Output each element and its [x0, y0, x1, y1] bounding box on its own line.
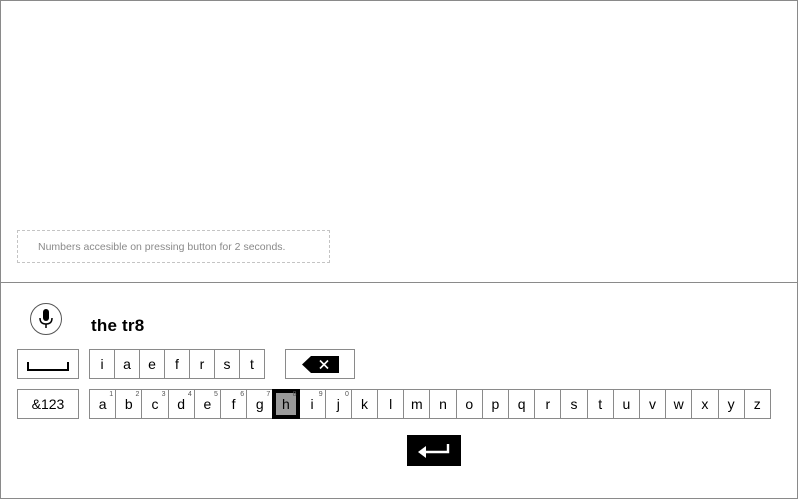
letter-key-label: h — [282, 396, 290, 412]
letter-key-label: p — [491, 396, 500, 412]
letter-key-v[interactable]: v — [638, 389, 667, 419]
suggestion-key[interactable]: r — [189, 349, 215, 379]
letter-key-label: s — [570, 396, 578, 412]
letter-row: a1b2c3d4e5f6g7h8i9j0klmnopqrstuvwxyz — [89, 389, 771, 419]
letter-key-t[interactable]: t — [586, 389, 614, 419]
suggestion-key[interactable]: a — [114, 349, 140, 379]
letter-key-label: w — [673, 396, 684, 412]
suggestion-key[interactable]: i — [89, 349, 115, 379]
letter-key-number: 8 — [292, 391, 297, 398]
suggestion-key[interactable]: f — [164, 349, 190, 379]
letter-key-label: l — [389, 396, 393, 412]
letter-key-m[interactable]: m — [403, 389, 431, 419]
letter-key-label: d — [177, 396, 186, 412]
suggestion-row: iaefrst — [89, 349, 265, 379]
letter-key-p[interactable]: p — [481, 389, 509, 419]
letter-key-label: a — [98, 396, 107, 412]
letter-key-label: b — [124, 396, 133, 412]
space-key[interactable] — [17, 349, 79, 379]
letter-key-label: f — [231, 396, 236, 412]
letter-key-number: 1 — [109, 391, 114, 398]
letter-key-number: 9 — [318, 391, 323, 398]
letter-key-z[interactable]: z — [743, 389, 771, 419]
letter-key-label: y — [727, 396, 735, 412]
typed-text: the tr8 — [91, 316, 145, 335]
letter-key-label: v — [649, 396, 657, 412]
letter-key-number: 5 — [214, 391, 218, 398]
letter-key-j[interactable]: j0 — [324, 389, 352, 419]
letter-key-label: g — [255, 396, 264, 412]
keyboard-divider — [0, 282, 798, 283]
letter-key-g[interactable]: g7 — [246, 389, 274, 419]
letter-key-i[interactable]: i9 — [298, 389, 326, 419]
letter-key-w[interactable]: w — [665, 389, 693, 419]
letter-key-y[interactable]: y — [717, 389, 745, 419]
suggestion-key[interactable]: t — [239, 349, 265, 379]
letter-key-label: t — [598, 396, 603, 412]
letter-key-q[interactable]: q — [508, 389, 536, 419]
letter-key-label: n — [439, 396, 447, 412]
letter-key-b[interactable]: b2 — [115, 389, 143, 419]
letter-key-label: z — [753, 396, 761, 412]
letter-key-r[interactable]: r — [534, 389, 562, 419]
letter-key-label: x — [701, 396, 709, 412]
letter-key-c[interactable]: c3 — [141, 389, 169, 419]
letter-key-label: c — [151, 396, 159, 412]
backspace-icon — [301, 355, 339, 373]
letter-key-u[interactable]: u — [612, 389, 640, 419]
letter-key-f[interactable]: f6 — [219, 389, 248, 419]
letter-key-o[interactable]: o — [455, 389, 483, 419]
letter-key-label: q — [517, 396, 526, 412]
enter-key[interactable] — [407, 435, 461, 466]
letter-key-label: i — [310, 396, 314, 412]
letter-key-label: u — [622, 396, 631, 412]
letter-key-number: 4 — [187, 391, 192, 398]
letter-key-number: 7 — [266, 391, 271, 398]
enter-icon — [418, 443, 450, 458]
letter-key-number: 2 — [135, 391, 140, 398]
letter-key-label: e — [203, 396, 212, 412]
suggestion-key[interactable]: e — [139, 349, 165, 379]
letter-key-x[interactable]: x — [691, 389, 719, 419]
letter-key-a[interactable]: a1 — [89, 389, 117, 419]
letter-key-label: m — [411, 396, 423, 412]
letter-key-e[interactable]: e5 — [193, 389, 221, 419]
backspace-key[interactable] — [285, 349, 355, 379]
letter-key-label: o — [465, 396, 474, 412]
space-bar-icon — [27, 361, 69, 371]
suggestion-key[interactable]: s — [214, 349, 240, 379]
hint-text: Numbers accesible on pressing button for… — [17, 230, 330, 263]
letter-key-d[interactable]: d4 — [167, 389, 195, 419]
letter-key-h[interactable]: h8 — [272, 389, 300, 419]
letter-key-number: 6 — [240, 391, 245, 398]
letter-key-label: j — [336, 396, 340, 412]
symbols-key[interactable]: &123 — [17, 389, 79, 419]
letter-key-n[interactable]: n — [429, 389, 457, 419]
letter-key-number: 0 — [344, 391, 349, 398]
letter-key-k[interactable]: k — [350, 389, 379, 419]
letter-key-number: 3 — [161, 391, 166, 398]
microphone-button[interactable] — [30, 303, 62, 335]
letter-key-l[interactable]: l — [377, 389, 405, 419]
microphone-icon — [39, 309, 53, 328]
letter-key-label: r — [545, 396, 551, 412]
letter-key-label: k — [360, 396, 368, 412]
letter-key-s[interactable]: s — [560, 389, 588, 419]
